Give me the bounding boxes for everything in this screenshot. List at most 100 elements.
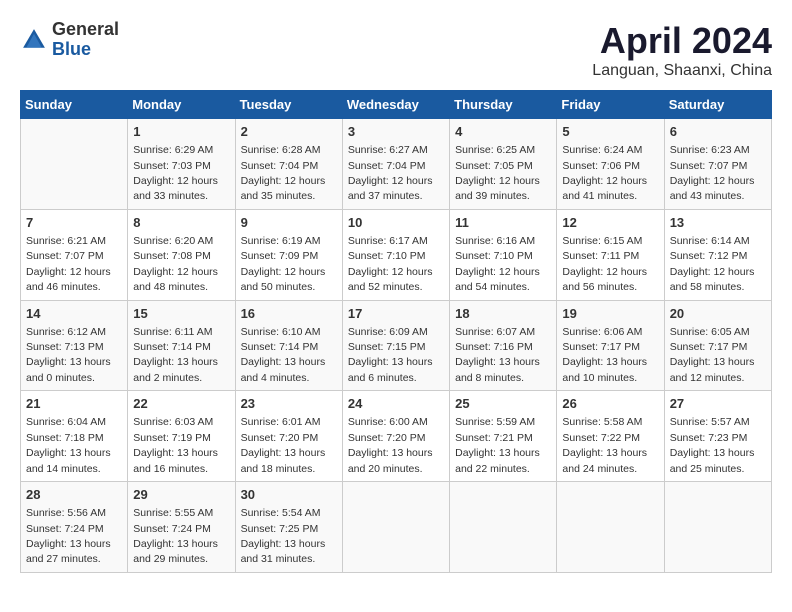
day-info: Sunrise: 5:58 AMSunset: 7:22 PMDaylight:… — [562, 416, 647, 474]
day-info: Sunrise: 6:28 AMSunset: 7:04 PMDaylight:… — [241, 144, 326, 202]
day-info: Sunrise: 6:20 AMSunset: 7:08 PMDaylight:… — [133, 235, 218, 293]
day-info: Sunrise: 6:09 AMSunset: 7:15 PMDaylight:… — [348, 326, 433, 384]
title-block: April 2024 Languan, Shaanxi, China — [592, 20, 772, 80]
day-info: Sunrise: 6:25 AMSunset: 7:05 PMDaylight:… — [455, 144, 540, 202]
day-info: Sunrise: 6:16 AMSunset: 7:10 PMDaylight:… — [455, 235, 540, 293]
day-header-wednesday: Wednesday — [342, 91, 449, 119]
day-info: Sunrise: 6:21 AMSunset: 7:07 PMDaylight:… — [26, 235, 111, 293]
calendar-week-row: 28 Sunrise: 5:56 AMSunset: 7:24 PMDayligh… — [21, 482, 772, 573]
day-info: Sunrise: 6:17 AMSunset: 7:10 PMDaylight:… — [348, 235, 433, 293]
day-header-monday: Monday — [128, 91, 235, 119]
day-info: Sunrise: 5:55 AMSunset: 7:24 PMDaylight:… — [133, 507, 218, 565]
day-header-thursday: Thursday — [450, 91, 557, 119]
calendar-week-row: 7 Sunrise: 6:21 AMSunset: 7:07 PMDaylight… — [21, 209, 772, 300]
calendar-week-row: 21Sunrise: 6:04 AMSunset: 7:18 PMDayligh… — [21, 391, 772, 482]
day-number: 1 — [133, 123, 229, 141]
day-info: Sunrise: 6:29 AMSunset: 7:03 PMDaylight:… — [133, 144, 218, 202]
day-number: 2 — [241, 123, 337, 141]
day-number: 7 — [26, 214, 122, 232]
calendar-cell: 19 Sunrise: 6:06 AMSunset: 7:17 PMDayligh… — [557, 300, 664, 391]
day-number: 3 — [348, 123, 444, 141]
day-info: Sunrise: 6:00 AMSunset: 7:20 PMDaylight:… — [348, 416, 433, 474]
calendar-cell: 24 Sunrise: 6:00 AMSunset: 7:20 PMDayligh… — [342, 391, 449, 482]
logo: General Blue — [20, 20, 119, 60]
day-number: 27 — [670, 395, 766, 413]
day-info: Sunrise: 6:15 AMSunset: 7:11 PMDaylight:… — [562, 235, 647, 293]
day-info: Sunrise: 6:14 AMSunset: 7:12 PMDaylight:… — [670, 235, 755, 293]
day-number: 13 — [670, 214, 766, 232]
calendar-cell: 2 Sunrise: 6:28 AMSunset: 7:04 PMDaylight… — [235, 119, 342, 210]
calendar-cell — [557, 482, 664, 573]
logo-general-text: General — [52, 20, 119, 40]
day-info: Sunrise: 6:24 AMSunset: 7:06 PMDaylight:… — [562, 144, 647, 202]
calendar-cell: 23 Sunrise: 6:01 AMSunset: 7:20 PMDayligh… — [235, 391, 342, 482]
logo-text: General Blue — [52, 20, 119, 60]
logo-blue-text: Blue — [52, 40, 119, 60]
day-info: Sunrise: 6:03 AMSunset: 7:19 PMDaylight:… — [133, 416, 218, 474]
calendar-cell: 1 Sunrise: 6:29 AMSunset: 7:03 PMDaylight… — [128, 119, 235, 210]
day-number: 4 — [455, 123, 551, 141]
calendar-table: SundayMondayTuesdayWednesdayThursdayFrid… — [20, 90, 772, 573]
day-number: 14 — [26, 305, 122, 323]
day-number: 20 — [670, 305, 766, 323]
calendar-week-row: 1 Sunrise: 6:29 AMSunset: 7:03 PMDaylight… — [21, 119, 772, 210]
calendar-cell: 30 Sunrise: 5:54 AMSunset: 7:25 PMDayligh… — [235, 482, 342, 573]
day-info: Sunrise: 6:11 AMSunset: 7:14 PMDaylight:… — [133, 326, 218, 384]
calendar-cell: 13 Sunrise: 6:14 AMSunset: 7:12 PMDayligh… — [664, 209, 771, 300]
page-header: General Blue April 2024 Languan, Shaanxi… — [20, 20, 772, 80]
day-info: Sunrise: 5:56 AMSunset: 7:24 PMDaylight:… — [26, 507, 111, 565]
day-info: Sunrise: 6:23 AMSunset: 7:07 PMDaylight:… — [670, 144, 755, 202]
day-number: 12 — [562, 214, 658, 232]
calendar-cell: 12 Sunrise: 6:15 AMSunset: 7:11 PMDayligh… — [557, 209, 664, 300]
day-number: 15 — [133, 305, 229, 323]
calendar-cell: 16 Sunrise: 6:10 AMSunset: 7:14 PMDayligh… — [235, 300, 342, 391]
logo-icon — [20, 26, 48, 54]
day-number: 24 — [348, 395, 444, 413]
calendar-cell: 3Sunrise: 6:27 AMSunset: 7:04 PMDaylight… — [342, 119, 449, 210]
day-info: Sunrise: 6:12 AMSunset: 7:13 PMDaylight:… — [26, 326, 111, 384]
day-number: 11 — [455, 214, 551, 232]
day-header-sunday: Sunday — [21, 91, 128, 119]
calendar-cell: 8 Sunrise: 6:20 AMSunset: 7:08 PMDaylight… — [128, 209, 235, 300]
day-number: 30 — [241, 486, 337, 504]
day-info: Sunrise: 6:10 AMSunset: 7:14 PMDaylight:… — [241, 326, 326, 384]
calendar-cell — [664, 482, 771, 573]
day-number: 23 — [241, 395, 337, 413]
calendar-cell: 21Sunrise: 6:04 AMSunset: 7:18 PMDayligh… — [21, 391, 128, 482]
day-number: 28 — [26, 486, 122, 504]
calendar-cell: 29Sunrise: 5:55 AMSunset: 7:24 PMDayligh… — [128, 482, 235, 573]
calendar-cell: 26Sunrise: 5:58 AMSunset: 7:22 PMDayligh… — [557, 391, 664, 482]
calendar-cell: 6 Sunrise: 6:23 AMSunset: 7:07 PMDaylight… — [664, 119, 771, 210]
calendar-cell: 15 Sunrise: 6:11 AMSunset: 7:14 PMDayligh… — [128, 300, 235, 391]
day-info: Sunrise: 6:01 AMSunset: 7:20 PMDaylight:… — [241, 416, 326, 474]
day-number: 25 — [455, 395, 551, 413]
day-number: 6 — [670, 123, 766, 141]
day-number: 16 — [241, 305, 337, 323]
day-number: 22 — [133, 395, 229, 413]
day-number: 19 — [562, 305, 658, 323]
calendar-cell: 10 Sunrise: 6:17 AMSunset: 7:10 PMDayligh… — [342, 209, 449, 300]
day-info: Sunrise: 6:06 AMSunset: 7:17 PMDaylight:… — [562, 326, 647, 384]
day-info: Sunrise: 6:04 AMSunset: 7:18 PMDaylight:… — [26, 416, 111, 474]
day-info: Sunrise: 6:05 AMSunset: 7:17 PMDaylight:… — [670, 326, 755, 384]
day-header-friday: Friday — [557, 91, 664, 119]
day-number: 8 — [133, 214, 229, 232]
day-number: 9 — [241, 214, 337, 232]
calendar-cell: 5Sunrise: 6:24 AMSunset: 7:06 PMDaylight… — [557, 119, 664, 210]
calendar-cell: 18 Sunrise: 6:07 AMSunset: 7:16 PMDayligh… — [450, 300, 557, 391]
day-number: 17 — [348, 305, 444, 323]
calendar-cell: 14 Sunrise: 6:12 AMSunset: 7:13 PMDayligh… — [21, 300, 128, 391]
calendar-cell: 4 Sunrise: 6:25 AMSunset: 7:05 PMDaylight… — [450, 119, 557, 210]
calendar-cell — [342, 482, 449, 573]
day-header-saturday: Saturday — [664, 91, 771, 119]
day-number: 10 — [348, 214, 444, 232]
calendar-cell: 25Sunrise: 5:59 AMSunset: 7:21 PMDayligh… — [450, 391, 557, 482]
day-number: 18 — [455, 305, 551, 323]
calendar-cell — [21, 119, 128, 210]
calendar-cell: 11 Sunrise: 6:16 AMSunset: 7:10 PMDayligh… — [450, 209, 557, 300]
day-info: Sunrise: 6:19 AMSunset: 7:09 PMDaylight:… — [241, 235, 326, 293]
calendar-cell: 27Sunrise: 5:57 AMSunset: 7:23 PMDayligh… — [664, 391, 771, 482]
calendar-header-row: SundayMondayTuesdayWednesdayThursdayFrid… — [21, 91, 772, 119]
day-info: Sunrise: 5:54 AMSunset: 7:25 PMDaylight:… — [241, 507, 326, 565]
day-info: Sunrise: 6:07 AMSunset: 7:16 PMDaylight:… — [455, 326, 540, 384]
